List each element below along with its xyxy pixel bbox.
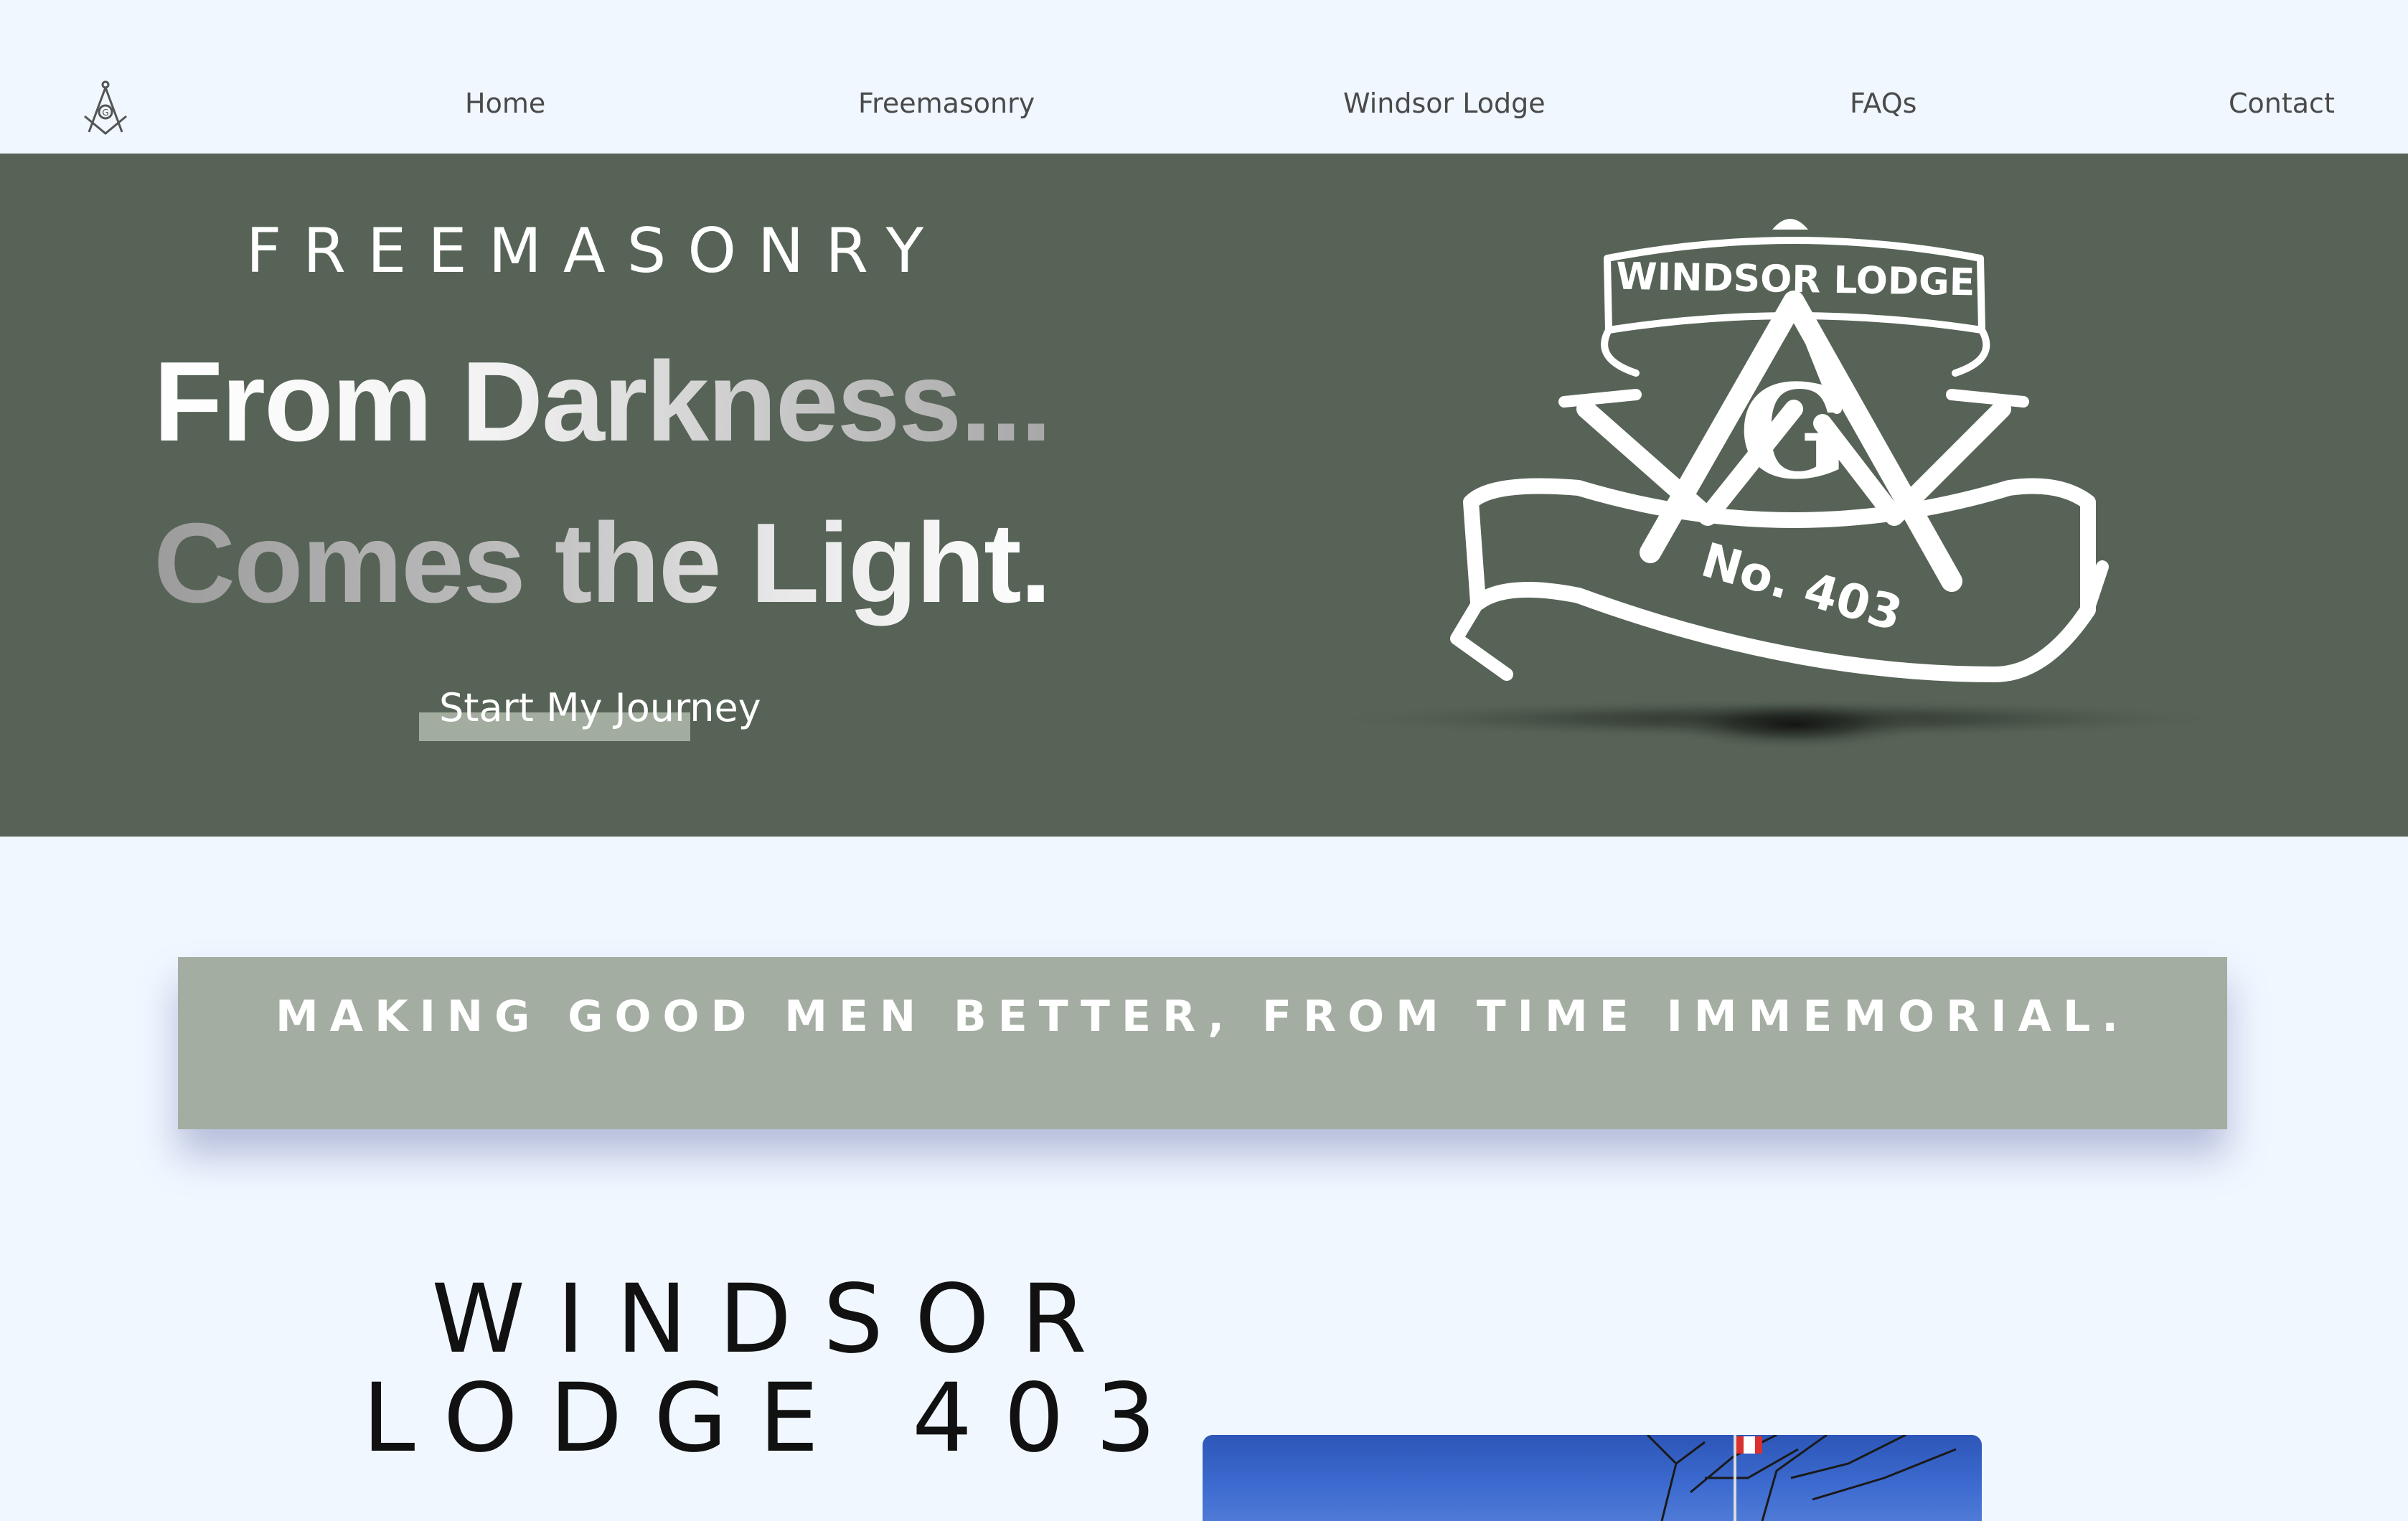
top-navigation: G Home Freemasonry Windsor Lodge FAQs Co… [0,0,2408,154]
emblem-banner-text: No. 403 [1696,532,1909,642]
section-title: WINDSOR LODGE 403 [330,1270,1220,1468]
emblem-g-letter: G [1739,357,1849,508]
section-title-line2: LODGE 403 [362,1363,1187,1474]
hero-headline-line1: From Darkness... [154,337,1052,467]
emblem-top-text: WINDSOR LODGE [1616,255,1975,305]
nav-home-link[interactable]: Home [465,88,545,119]
windsor-lodge-emblem: G WINDSOR LODGE No. 403 [1320,219,2239,750]
nav-faqs-link[interactable]: FAQs [1850,88,1916,119]
square-and-compass-icon[interactable]: G [80,79,131,136]
tagline-text: MAKING GOOD MEN BETTER, FROM TIME IMMEMO… [275,992,2130,1042]
section-title-line1: WINDSOR [431,1264,1119,1375]
nav-freemasonry-link[interactable]: Freemasonry [858,88,1035,119]
hero-headline-line2: Comes the Light. [154,499,1052,628]
tree-flag-photo-icon [1646,1435,1957,1521]
tagline-banner: MAKING GOOD MEN BETTER, FROM TIME IMMEMO… [178,957,2227,1129]
nav-contact-link[interactable]: Contact [2229,88,2335,119]
nav-windsor-lodge-link[interactable]: Windsor Lodge [1343,88,1546,119]
svg-text:G: G [102,108,108,118]
hero-kicker: FREEMASONRY [245,215,946,287]
lodge-photo [1203,1435,1982,1521]
cta-label: Start My Journey [439,685,761,730]
start-my-journey-button[interactable]: Start My Journey [419,685,761,743]
